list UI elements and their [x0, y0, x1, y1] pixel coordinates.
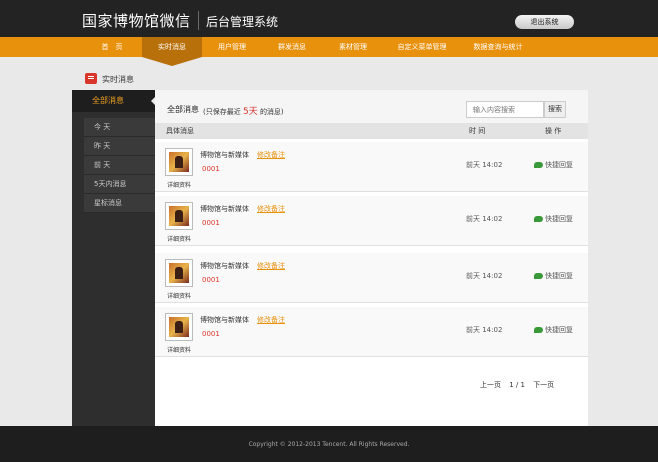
- message-time: 前天 14:02: [466, 161, 503, 169]
- message-time: 前天 14:02: [466, 215, 503, 223]
- sidebar-item-yesterday[interactable]: 昨 天: [84, 137, 155, 156]
- column-header-action: 操 作: [545, 127, 562, 135]
- sender-name: 博物馆与新媒体: [200, 262, 249, 270]
- avatar-image: [169, 263, 189, 283]
- top-bar: 国家博物馆微信 后台管理系统 退出系统: [0, 0, 658, 37]
- message-panel: 全部消息 (只保存最近 5天 的消息) 搜索 具体消息 时 间 操 作 详细资料…: [155, 90, 588, 426]
- avatar[interactable]: [165, 202, 193, 230]
- detail-link[interactable]: 详细资料: [167, 345, 191, 354]
- avatar-image: [169, 152, 189, 172]
- app-subtitle: 后台管理系统: [206, 15, 279, 29]
- detail-link[interactable]: 详细资料: [167, 291, 191, 300]
- retention-days: 5天: [242, 107, 258, 117]
- detail-link[interactable]: 详细资料: [167, 180, 191, 189]
- reply-icon: [534, 273, 543, 279]
- sender-name: 博物馆与新媒体: [200, 316, 249, 324]
- message-time: 前天 14:02: [466, 326, 503, 334]
- column-header-time: 时 间: [469, 127, 486, 135]
- sender-name: 博物馆与新媒体: [200, 205, 249, 213]
- next-page-link[interactable]: 下一页: [533, 381, 554, 389]
- app-title: 国家博物馆微信: [82, 12, 191, 30]
- detail-link[interactable]: 详细资料: [167, 234, 191, 243]
- message-icon: [85, 73, 97, 84]
- active-tab-notch: [142, 57, 202, 66]
- avatar-image: [169, 317, 189, 337]
- message-content: 0001: [202, 219, 220, 227]
- message-row: 详细资料 博物馆与新媒体 修改备注 0001 前天 14:02 快捷回复: [155, 307, 588, 357]
- column-header-content: 具体消息: [166, 127, 194, 135]
- sidebar-item-today[interactable]: 今 天: [84, 118, 155, 137]
- message-row: 详细资料 博物馆与新媒体 修改备注 0001 前天 14:02 快捷回复: [155, 253, 588, 303]
- prev-page-link[interactable]: 上一页: [480, 381, 501, 389]
- message-content: 0001: [202, 330, 220, 338]
- message-content: 0001: [202, 165, 220, 173]
- avatar[interactable]: [165, 313, 193, 341]
- sidebar-item-all-messages[interactable]: 全部消息: [72, 90, 155, 112]
- edit-note-link[interactable]: 修改备注: [257, 315, 285, 325]
- nav-item-user-management[interactable]: 用户管理: [202, 37, 262, 57]
- copyright-text: Copyright © 2012-2013 Tencent. All Right…: [248, 441, 410, 448]
- sender-name: 博物馆与新媒体: [200, 151, 249, 159]
- edit-note-link[interactable]: 修改备注: [257, 150, 285, 160]
- sidebar-item-day-before[interactable]: 前 天: [84, 156, 155, 175]
- reply-icon: [534, 162, 543, 168]
- nav-item-home[interactable]: 首 页: [82, 37, 142, 57]
- quick-reply-button[interactable]: 快捷回复: [534, 160, 573, 170]
- quick-reply-label: 快捷回复: [545, 161, 573, 169]
- quick-reply-label: 快捷回复: [545, 215, 573, 223]
- avatar-image: [169, 206, 189, 226]
- logout-button[interactable]: 退出系统: [515, 15, 574, 29]
- title-divider: [198, 11, 199, 30]
- table-header: 具体消息 时 间 操 作: [155, 123, 588, 139]
- quick-reply-label: 快捷回复: [545, 272, 573, 280]
- breadcrumb: 实时消息: [102, 75, 134, 84]
- reply-icon: [534, 216, 543, 222]
- reply-icon: [534, 327, 543, 333]
- nav-item-custom-menu[interactable]: 自定义菜单管理: [384, 37, 460, 57]
- message-row: 详细资料 博物馆与新媒体 修改备注 0001 前天 14:02 快捷回复: [155, 196, 588, 246]
- page-indicator: 1 / 1: [509, 381, 525, 389]
- sidebar: 全部消息 今 天 昨 天 前 天 5天内消息 星标消息: [72, 90, 155, 426]
- message-row: 详细资料 博物馆与新媒体 修改备注 0001 前天 14:02 快捷回复: [155, 142, 588, 192]
- sidebar-item-five-days[interactable]: 5天内消息: [84, 175, 155, 194]
- retention-note: (只保存最近 5天 的消息): [203, 107, 284, 117]
- quick-reply-button[interactable]: 快捷回复: [534, 325, 573, 335]
- message-content: 0001: [202, 276, 220, 284]
- sidebar-item-starred[interactable]: 星标消息: [84, 194, 155, 213]
- quick-reply-button[interactable]: 快捷回复: [534, 271, 573, 281]
- pagination: 上一页 1 / 1 下一页: [480, 380, 560, 390]
- panel-title: 全部消息: [167, 105, 199, 114]
- quick-reply-button[interactable]: 快捷回复: [534, 214, 573, 224]
- nav-item-realtime-messages[interactable]: 实时消息: [142, 37, 202, 57]
- quick-reply-label: 快捷回复: [545, 326, 573, 334]
- message-time: 前天 14:02: [466, 272, 503, 280]
- search-button[interactable]: 搜索: [544, 101, 566, 118]
- avatar[interactable]: [165, 148, 193, 176]
- main-nav: 首 页 实时消息 用户管理 群发消息 素材管理 自定义菜单管理 数据查询与统计: [0, 37, 658, 57]
- edit-note-link[interactable]: 修改备注: [257, 261, 285, 271]
- search-input[interactable]: [466, 101, 544, 118]
- nav-item-mass-messaging[interactable]: 群发消息: [262, 37, 322, 57]
- nav-item-material-management[interactable]: 素材管理: [322, 37, 384, 57]
- footer: Copyright © 2012-2013 Tencent. All Right…: [0, 426, 658, 462]
- panel-header: 全部消息 (只保存最近 5天 的消息) 搜索: [155, 90, 588, 123]
- nav-item-data-statistics[interactable]: 数据查询与统计: [460, 37, 536, 57]
- avatar[interactable]: [165, 259, 193, 287]
- edit-note-link[interactable]: 修改备注: [257, 204, 285, 214]
